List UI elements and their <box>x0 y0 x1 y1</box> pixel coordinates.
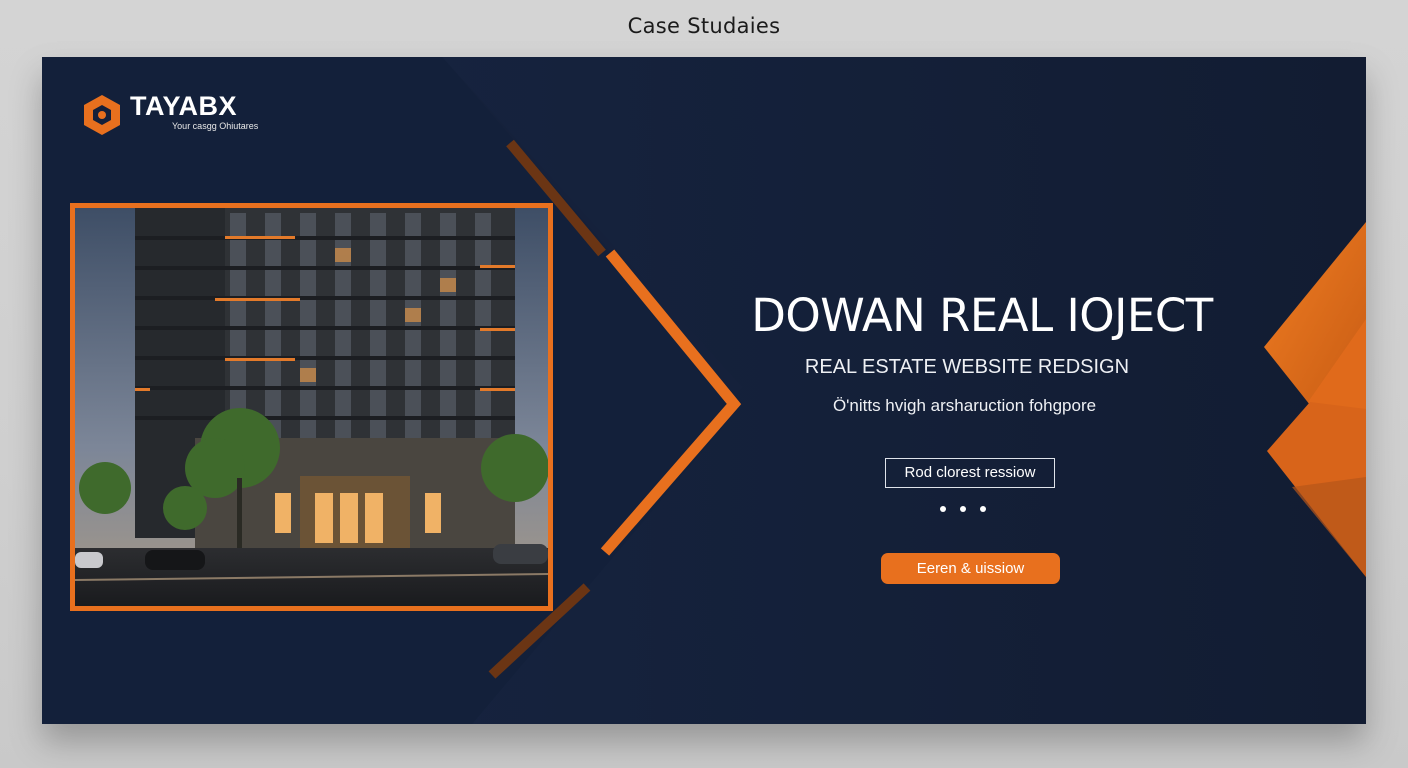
carousel-dot[interactable] <box>940 506 946 512</box>
case-study-banner: TAYABX Your casgg Ohiutares DOWAN REAL I… <box>42 57 1366 724</box>
brand-tagline: Your casgg Ohiutares <box>172 121 259 131</box>
residential-tower-photo <box>75 208 548 606</box>
project-subtitle: REAL ESTATE WEBSITE REDSIGN <box>804 356 1130 378</box>
project-description: Ö'nitts hvigh arsharuction fohgpore <box>832 396 1097 415</box>
project-photo <box>70 203 553 611</box>
project-title: DOWAN REAL IOJECT <box>751 289 1213 342</box>
carousel-dot[interactable] <box>980 506 986 512</box>
hexagon-icon <box>84 95 120 135</box>
carousel-dots <box>937 506 997 516</box>
brand-name: TAYABX <box>130 91 238 121</box>
secondary-button[interactable]: Rod clorest ressiow <box>885 458 1055 488</box>
page-heading: Case Studaies <box>627 14 781 38</box>
carousel-dot[interactable] <box>960 506 966 512</box>
primary-cta-button[interactable]: Eeren & uissiow <box>881 553 1060 584</box>
